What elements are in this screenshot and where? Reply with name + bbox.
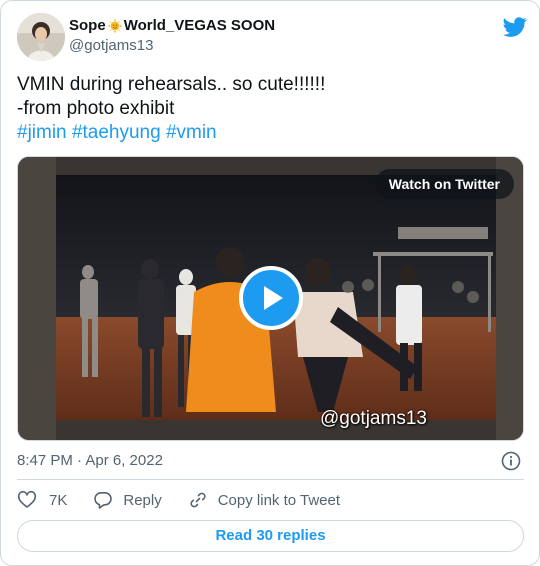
play-icon	[264, 286, 283, 310]
tweet-hashtags: #jimin #taehyung #vmin	[17, 121, 522, 145]
play-button[interactable]	[239, 266, 303, 330]
video-watermark: @gotjams13	[320, 408, 427, 429]
tweet-text-line-2: -from photo exhibit	[17, 98, 175, 119]
hashtag-link[interactable]: #taehyung	[72, 122, 161, 143]
sun-face-emoji-icon	[107, 18, 123, 34]
divider	[17, 479, 524, 480]
tweet-timestamp[interactable]: 8:47 PM · Apr 6, 2022	[17, 451, 163, 471]
display-name-prefix: Sope	[69, 17, 106, 34]
read-replies-button[interactable]: Read 30 replies	[17, 520, 524, 552]
like-count: 7K	[49, 491, 68, 509]
video-thumbnail[interactable]: Watch on Twitter @gotjams13	[17, 156, 524, 441]
tweet-actions: 7K Reply Copy link to Tweet	[17, 488, 366, 512]
reply-label: Reply	[123, 491, 162, 509]
avatar[interactable]	[17, 13, 65, 61]
reply-bubble-icon	[94, 492, 113, 509]
display-name[interactable]: Sope World_VEGAS SOON	[69, 17, 275, 35]
hashtag-link[interactable]: #jimin	[17, 122, 67, 143]
tweet-text: VMIN during rehearsals.. so cute!!!!!! -…	[17, 73, 522, 145]
display-name-suffix: World_VEGAS SOON	[123, 17, 276, 34]
like-button[interactable]: 7K	[17, 490, 67, 510]
copy-link-label: Copy link to Tweet	[217, 491, 341, 509]
twitter-bird-icon[interactable]	[503, 15, 527, 39]
heart-icon	[17, 490, 37, 508]
author-names: Sope World_VEGAS SOON @gotjams13	[69, 17, 275, 56]
author-handle[interactable]: @gotjams13	[69, 36, 275, 56]
tweet-header: Sope World_VEGAS SOON @gotjams13	[17, 13, 527, 61]
info-icon[interactable]	[501, 451, 521, 471]
link-icon	[190, 492, 206, 508]
hashtag-link[interactable]: #vmin	[166, 122, 217, 143]
copy-link-button[interactable]: Copy link to Tweet	[188, 490, 340, 510]
tweet-text-line-1: VMIN during rehearsals.. so cute!!!!!!	[17, 74, 326, 95]
watch-on-twitter-button[interactable]: Watch on Twitter	[374, 169, 514, 199]
tweet-card: Sope World_VEGAS SOON @gotjams13 VMIN du…	[0, 0, 540, 566]
reply-button[interactable]: Reply	[93, 490, 162, 510]
